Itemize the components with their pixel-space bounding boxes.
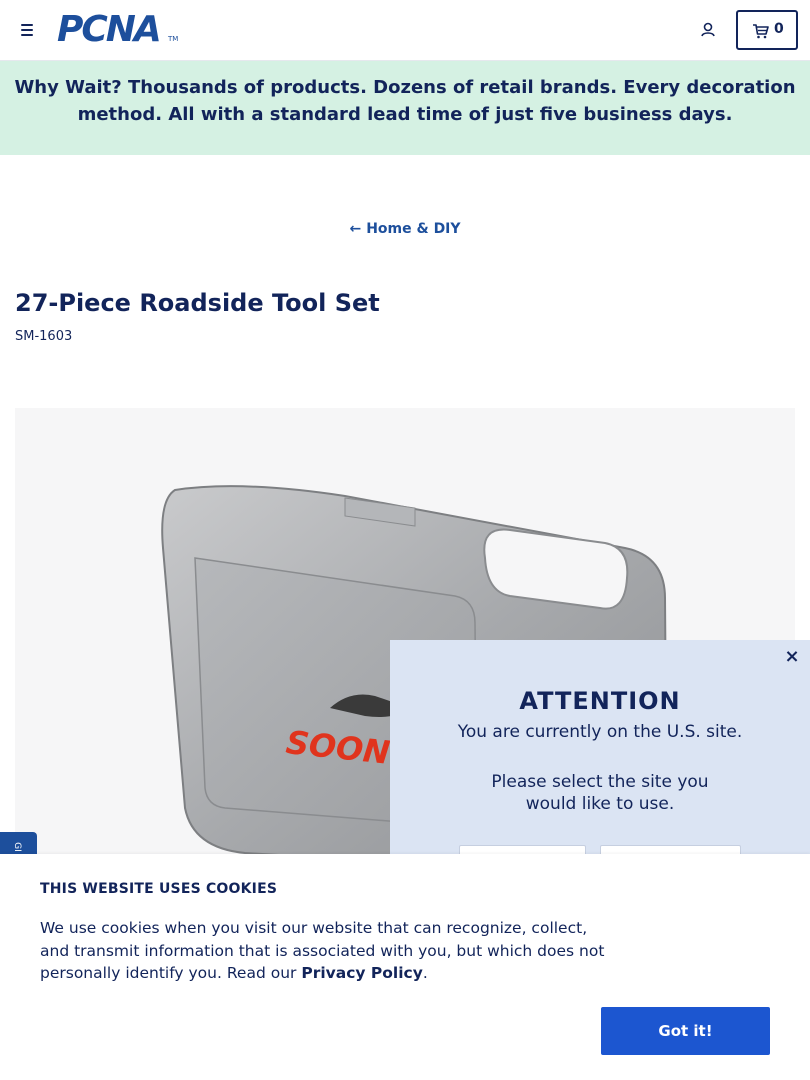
back-breadcrumb[interactable]: ← Home & DIY — [0, 221, 810, 237]
cart-icon — [753, 24, 769, 39]
privacy-policy-link[interactable]: Privacy Policy — [301, 964, 423, 982]
site-header: PCNA TM 0 — [0, 0, 810, 61]
cart-count: 0 — [774, 21, 784, 37]
close-icon[interactable]: × — [782, 647, 802, 667]
cookie-text: We use cookies when you visit our websit… — [40, 917, 620, 985]
hamburger-menu-icon[interactable] — [18, 20, 38, 40]
popup-subtext: You are currently on the U.S. site. — [457, 722, 743, 742]
promo-text: Thousands of products. Dozens of retail … — [77, 77, 796, 125]
got-it-button[interactable]: Got it! — [601, 1007, 770, 1055]
side-tab-label: GI — [11, 842, 22, 852]
logo-text: PCNA — [57, 9, 162, 50]
arrow-left-icon: ← — [349, 221, 362, 237]
promo-lead: Why Wait? — [14, 77, 122, 98]
popup-prompt: Please select the site you would like to… — [491, 772, 709, 814]
promo-banner: Why Wait? Thousands of products. Dozens … — [0, 61, 810, 155]
product-sku: SM-1603 — [15, 329, 73, 344]
cookie-period: . — [422, 964, 428, 982]
pcna-logo[interactable]: PCNA TM — [57, 9, 179, 50]
cart-button[interactable]: 0 — [736, 10, 798, 50]
breadcrumb-label: Home & DIY — [366, 221, 461, 237]
user-icon[interactable] — [698, 20, 718, 40]
logo-trademark: TM — [168, 35, 179, 43]
popup-heading: ATTENTION — [519, 687, 681, 715]
cookie-banner: THIS WEBSITE USES COOKIES We use cookies… — [0, 854, 810, 1080]
cookie-title: THIS WEBSITE USES COOKIES — [40, 881, 278, 897]
product-title: 27-Piece Roadside Tool Set — [15, 289, 380, 317]
